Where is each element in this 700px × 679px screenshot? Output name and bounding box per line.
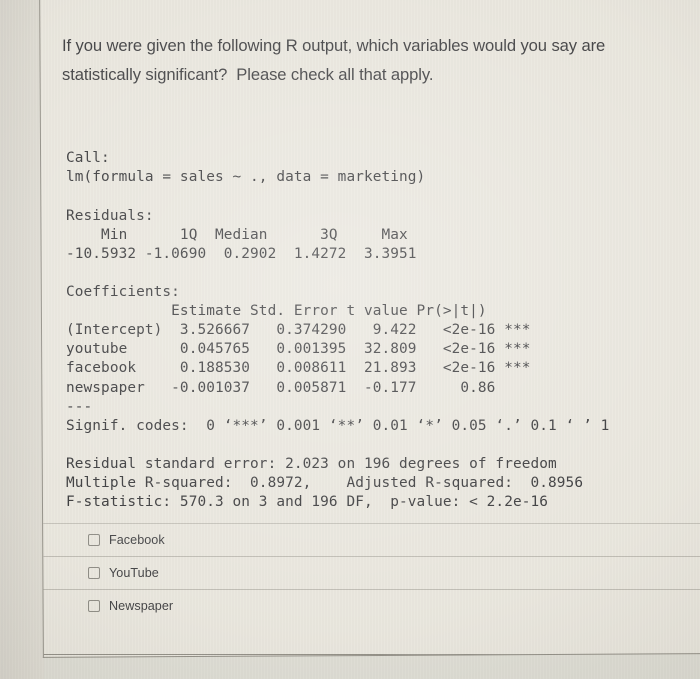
r-residuals-columns: Min 1Q Median 3Q Max [65, 226, 417, 243]
option-row-youtube[interactable]: YouTube [41, 555, 700, 589]
r-residuals-values: -10.5932 -1.0690 0.2902 1.4272 3.3951 [65, 245, 426, 262]
option-row-newspaper[interactable]: Newspaper [41, 588, 700, 622]
question-card: If you were given the following R output… [39, 0, 700, 658]
r-coefficient-row-facebook: facebook 0.188530 0.008611 21.893 <2e-16… [65, 360, 531, 377]
r-output-block: Call: lm(formula = sales ~ ., data = mark… [66, 149, 609, 512]
r-spacer-3 [66, 436, 609, 455]
option-row-facebook[interactable]: Facebook [41, 522, 700, 556]
r-coefficient-row-newspaper: newspaper -0.001037 0.005871 -0.177 0.86 [65, 379, 531, 396]
r-spacer-1 [66, 188, 609, 207]
r-coefficient-row-intercept: (Intercept) 3.526667 0.374290 9.422 <2e-… [65, 322, 531, 339]
option-label-facebook: Facebook [108, 532, 165, 547]
r-coefficient-row-youtube: youtube 0.045765 0.001395 32.809 <2e-16 … [65, 341, 531, 358]
r-f-statistic: F-statistic: 570.3 on 3 and 196 DF, p-va… [65, 494, 549, 511]
r-spacer-2 [66, 264, 609, 283]
r-call-formula: lm(formula = sales ~ ., data = marketing… [65, 169, 426, 186]
r-coefficients-columns: Estimate Std. Error t value Pr(>|t|) [65, 303, 522, 320]
answer-options: Facebook YouTube Newspaper [41, 522, 700, 622]
option-label-youtube: YouTube [108, 565, 159, 580]
r-signif-codes: Signif. codes: 0 ‘***’ 0.001 ‘**’ 0.01 ‘… [65, 417, 610, 434]
r-call-header: Call: [65, 150, 110, 167]
card-bottom-edge [41, 653, 700, 655]
screenshot-page: If you were given the following R output… [0, 0, 700, 679]
r-separator: --- [65, 398, 93, 415]
question-card-inner: If you were given the following R output… [41, 0, 700, 655]
r-residual-standard-error: Residual standard error: 2.023 on 196 de… [65, 455, 557, 472]
r-coefficients-header: Coefficients: [65, 284, 180, 301]
checkbox-icon-newspaper[interactable] [87, 599, 100, 612]
page-left-gutter [0, 0, 44, 679]
checkbox-icon-facebook[interactable] [87, 533, 100, 546]
r-r-squared: Multiple R-squared: 0.8972, Adjusted R-s… [65, 474, 592, 491]
question-prompt-line-1: If you were given the following R output… [61, 35, 606, 55]
r-residuals-header: Residuals: [65, 207, 154, 224]
question-prompt: If you were given the following R output… [62, 31, 678, 89]
option-label-newspaper: Newspaper [108, 598, 174, 613]
question-prompt-line-2: statistically significant? Please check … [61, 64, 434, 84]
checkbox-icon-youtube[interactable] [87, 566, 100, 579]
